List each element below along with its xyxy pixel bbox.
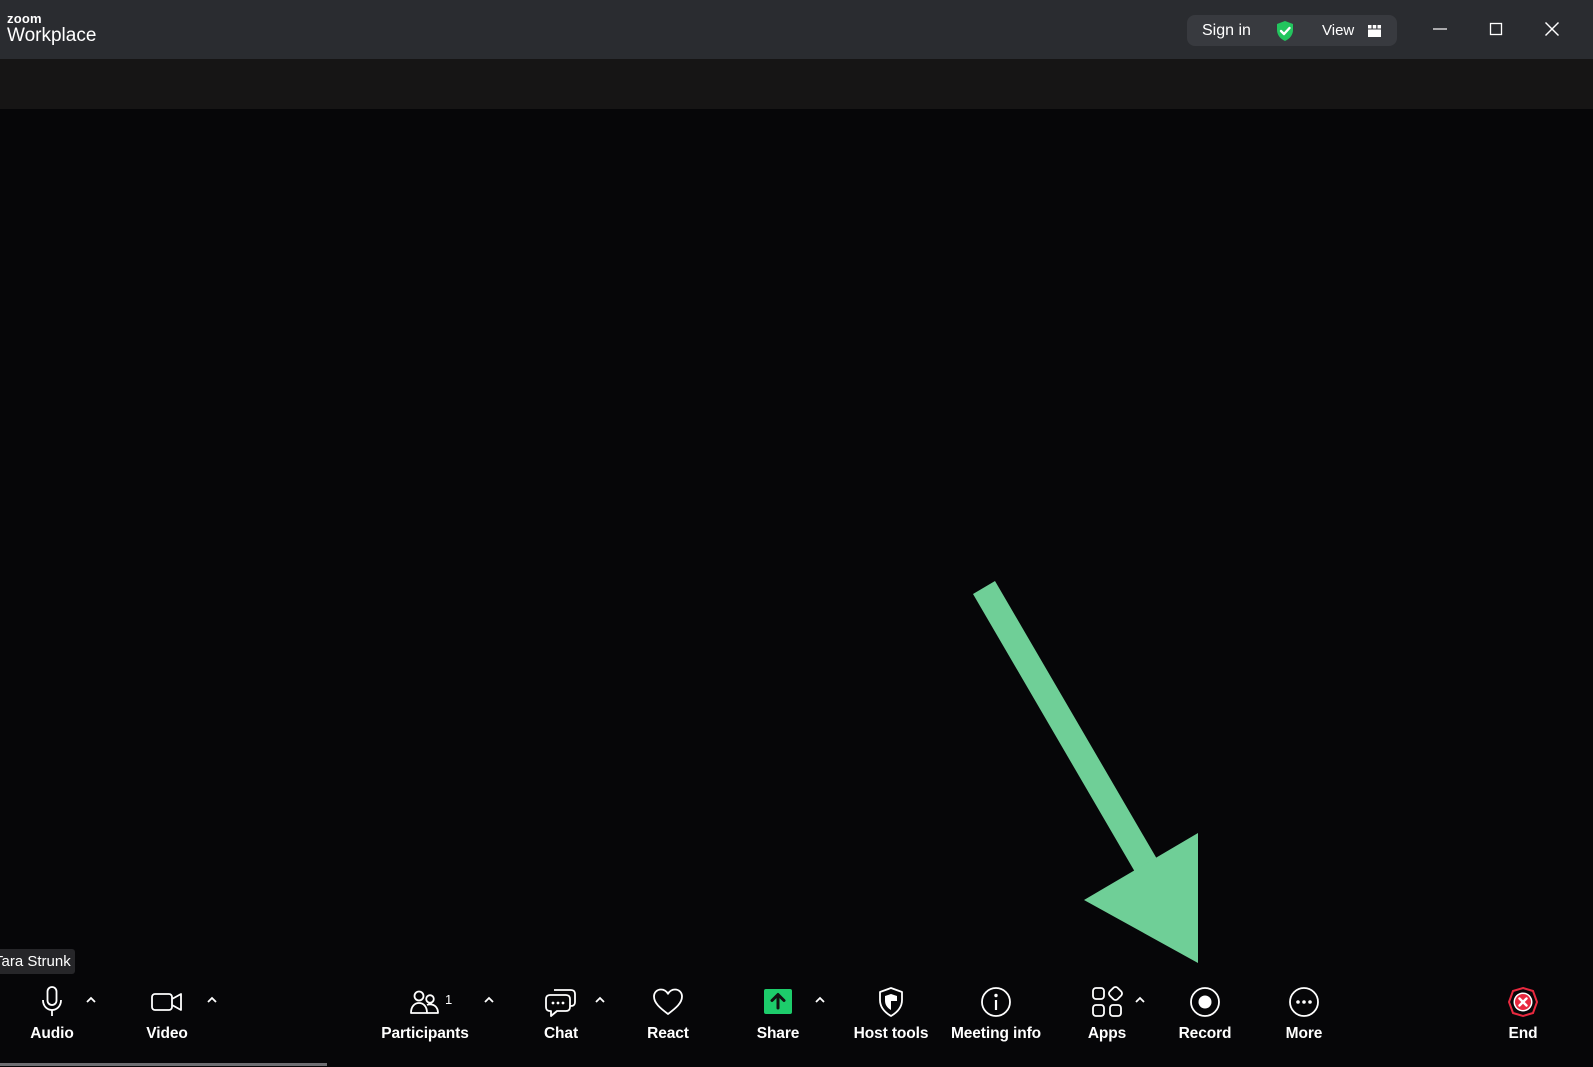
microphone-icon <box>42 986 62 1016</box>
meeting-info-button[interactable]: Meeting info <box>950 985 1042 1051</box>
end-call-icon <box>1507 986 1539 1018</box>
more-ellipsis-icon <box>1289 987 1319 1017</box>
participants-icon <box>410 990 439 1014</box>
share-label: Share <box>756 1025 800 1042</box>
apps-label: Apps <box>1087 1025 1127 1042</box>
participants-count: 1 <box>445 992 453 1007</box>
host-tools-label: Host tools <box>853 1025 929 1042</box>
host-tools-button[interactable]: Host tools <box>849 985 933 1051</box>
info-icon <box>981 987 1011 1017</box>
chat-label: Chat <box>543 1025 579 1042</box>
share-options-chevron-up-icon[interactable] <box>813 993 827 1007</box>
meeting-top-strip <box>0 59 1593 109</box>
minimize-button[interactable] <box>1425 14 1455 44</box>
close-window-button[interactable] <box>1537 14 1567 44</box>
record-icon <box>1190 987 1220 1017</box>
progress-underline <box>0 1063 327 1066</box>
heart-icon <box>653 988 683 1015</box>
video-area <box>0 109 1593 975</box>
more-button[interactable]: More <box>1279 985 1329 1051</box>
meeting-toolbar: Audio Video Participants 1 Chat React Sh… <box>0 975 1593 1067</box>
zoom-logo: zoom Workplace <box>7 12 96 47</box>
apps-grid-icon <box>1092 986 1123 1017</box>
chat-options-chevron-up-icon[interactable] <box>593 993 607 1007</box>
shield-icon <box>879 987 903 1017</box>
video-options-chevron-up-icon[interactable] <box>205 993 219 1007</box>
minimize-icon <box>1433 28 1447 30</box>
end-label: End <box>1508 1025 1538 1042</box>
meeting-info-label: Meeting info <box>950 1025 1042 1042</box>
shield-check-icon[interactable] <box>1274 20 1296 42</box>
chat-button[interactable]: Chat <box>540 985 582 1051</box>
react-button[interactable]: React <box>643 985 693 1051</box>
share-button[interactable]: Share <box>753 985 803 1051</box>
close-icon <box>1545 22 1559 36</box>
grid-view-icon[interactable] <box>1368 24 1381 37</box>
record-label: Record <box>1178 1025 1232 1042</box>
participant-name-tag: Tara Strunk <box>0 949 75 974</box>
more-label: More <box>1285 1025 1323 1042</box>
participants-button[interactable]: Participants <box>381 985 469 1051</box>
view-button[interactable]: View <box>1322 22 1354 39</box>
react-label: React <box>647 1025 689 1042</box>
record-button[interactable]: Record <box>1177 985 1233 1051</box>
audio-button[interactable]: Audio <box>26 985 78 1051</box>
participants-options-chevron-up-icon[interactable] <box>482 993 496 1007</box>
video-camera-icon <box>151 993 182 1011</box>
apps-options-chevron-up-icon[interactable] <box>1133 993 1147 1007</box>
maximize-icon <box>1489 22 1503 36</box>
title-bar: zoom Workplace Sign in View <box>0 0 1593 59</box>
apps-button[interactable]: Apps <box>1085 985 1129 1051</box>
sign-in-button[interactable]: Sign in <box>1202 22 1251 40</box>
signin-view-pill: Sign in View <box>1187 15 1397 46</box>
maximize-button[interactable] <box>1481 14 1511 44</box>
share-upload-icon <box>764 989 792 1014</box>
zoom-window: zoom Workplace Sign in View Tara Strunk … <box>0 0 1593 1067</box>
end-button[interactable]: End <box>1503 985 1543 1051</box>
video-label: Video <box>146 1025 188 1042</box>
video-button[interactable]: Video <box>141 985 193 1051</box>
participants-label: Participants <box>381 1025 469 1042</box>
brand-small-text: zoom <box>7 11 42 26</box>
audio-options-chevron-up-icon[interactable] <box>84 993 98 1007</box>
audio-label: Audio <box>30 1025 74 1042</box>
brand-big-text: Workplace <box>7 25 97 46</box>
chat-bubbles-icon <box>545 989 576 1017</box>
